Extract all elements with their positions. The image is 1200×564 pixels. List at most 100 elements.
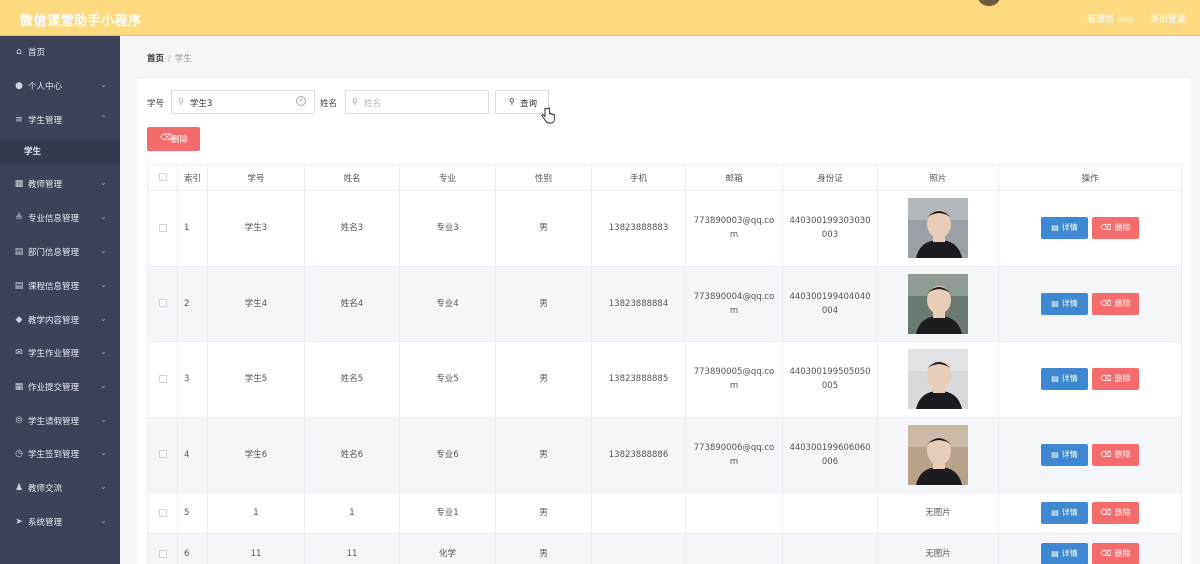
delete-button[interactable]: ⌫ 删除 — [1092, 502, 1139, 524]
sidebar-item-4[interactable]: ▩ 教师管理 ⌄ — [0, 173, 120, 197]
trash-icon: ⌫ — [1100, 508, 1112, 517]
person-icon: ♟ — [14, 483, 24, 493]
row-checkbox[interactable] — [158, 299, 167, 308]
detail-button[interactable]: ▤ 详情 — [1041, 502, 1088, 524]
delete-button[interactable]: ⌫ 删除 — [1092, 543, 1139, 564]
name-input[interactable]: ⚲ 姓名 — [345, 90, 489, 114]
sidebar-item-5[interactable]: ≜ 专业信息管理 ⌄ — [0, 207, 120, 231]
sidebar-item-12[interactable]: ◷ 学生签到管理 ⌄ — [0, 443, 120, 467]
breadcrumb-home[interactable]: 首页 — [147, 54, 164, 64]
detail-button[interactable]: ▤ 详情 — [1041, 292, 1088, 315]
row-checkbox[interactable] — [158, 549, 167, 558]
batch-delete-button[interactable]: ⌫ 删除 — [147, 127, 200, 151]
document-icon: ▤ — [14, 281, 24, 291]
top-header: 微信课堂助手小程序 管理员 abo 退出登录 — [0, 0, 1200, 36]
table-row[interactable]: 1 学生3 姓名3 专业3 男 13823888883 773890003@qq.com 44… — [147, 190, 1182, 267]
row-checkbox[interactable] — [158, 450, 167, 459]
cell-actions: ▤ 详情 ⌫ 删除 — [998, 190, 1182, 267]
cell-major: 化学 — [399, 533, 496, 564]
sidebar-item-label: 教师交流 — [28, 484, 63, 494]
name-input-placeholder: 姓名 — [364, 99, 382, 109]
cell-index: 3 — [177, 341, 208, 418]
app-title: 微信课堂助手小程序 — [20, 14, 142, 29]
student-photo[interactable] — [908, 424, 968, 485]
table-row[interactable]: 6 11 11 化学男无图片 ▤ 详情 ⌫ 删除 — [147, 533, 1182, 564]
detail-button[interactable]: ▤ 详情 — [1041, 368, 1088, 391]
sidebar-item-2[interactable]: ≡ 学生管理 ⌃ — [0, 109, 120, 133]
sidebar-item-7[interactable]: ▤ 课程信息管理 ⌄ — [0, 275, 120, 299]
student-no-input[interactable]: ⚲ 学生3 ✕ — [171, 90, 315, 114]
sidebar-item-0[interactable]: ⌂ 首页 — [0, 41, 120, 65]
cell-major: 专业6 — [399, 416, 496, 493]
delete-button[interactable]: ⌫ 删除 — [1092, 217, 1139, 240]
mail-icon: ✉ — [15, 348, 23, 358]
sidebar-item-label: 专业信息管理 — [28, 214, 80, 224]
sidebar-item-9[interactable]: ✉ 学生作业管理 ⌄ — [0, 342, 120, 366]
sidebar-item-3[interactable]: 学生 — [0, 140, 120, 164]
cell-major: 专业5 — [399, 341, 496, 418]
detail-button[interactable]: ▤ 详情 — [1041, 543, 1088, 564]
delete-button[interactable]: ⌫ 删除 — [1092, 292, 1139, 315]
avatar[interactable] — [978, 0, 1000, 6]
delete-button[interactable]: ⌫ 删除 — [1092, 368, 1139, 391]
sidebar-item-label: 作业提交管理 — [28, 383, 80, 393]
select-all-checkbox[interactable] — [158, 173, 167, 181]
cell-email: 773890006@qq.com — [685, 416, 783, 493]
cell-photo — [877, 416, 999, 493]
row-select-cell — [147, 533, 178, 564]
detail-button-label: 详情 — [1061, 374, 1078, 384]
search-icon: ⚲ — [178, 97, 184, 106]
detail-button[interactable]: ▤ 详情 — [1041, 443, 1088, 466]
cell-email: 773890004@qq.com — [685, 265, 783, 342]
row-checkbox[interactable] — [158, 223, 167, 232]
student-photo[interactable] — [908, 198, 968, 259]
table-row[interactable]: 2 学生4 姓名4 专业4 男 13823888884 773890004@qq.com 44… — [147, 265, 1182, 342]
table-row[interactable]: 5 1 1 专业1 男无图片 ▤ 详情 ⌫ 删除 — [147, 492, 1182, 534]
header-student-no: 学号 — [207, 164, 305, 191]
sidebar-item-label: 个人中心 — [28, 82, 63, 92]
cell-name: 1 — [304, 492, 400, 534]
student-photo[interactable] — [908, 273, 968, 334]
cell-student-no: 学生3 — [207, 190, 305, 267]
student-photo[interactable] — [908, 349, 968, 410]
sidebar-item-10[interactable]: ▦ 作业提交管理 ⌄ — [0, 376, 120, 400]
document-icon: ▤ — [1051, 508, 1059, 517]
header-gender: 性别 — [495, 164, 592, 191]
trash-icon: ⌫ — [1100, 449, 1112, 459]
table-row[interactable]: 4 学生6 姓名6 专业6 男 13823888886 773890006@qq.com 44… — [147, 416, 1182, 493]
chevron-down-icon: ⌄ — [100, 347, 107, 356]
sidebar-item-14[interactable]: ➤ 系统管理 ⌄ — [0, 511, 120, 535]
cell-name: 姓名4 — [304, 265, 400, 342]
sidebar-item-1[interactable]: ● 个人中心 ⌄ — [0, 75, 120, 99]
chevron-up-icon: ⌃ — [100, 114, 107, 123]
sidebar-item-6[interactable]: ▤ 部门信息管理 ⌄ — [0, 241, 120, 265]
document-icon: ▤ — [1051, 298, 1059, 308]
table-header-row: 索引 学号 姓名 专业 性别 手机 邮箱 身份证 照片 操作 — [147, 164, 1182, 191]
cell-student-no: 1 — [207, 492, 305, 534]
sliders-icon: ≜ — [15, 213, 23, 223]
chevron-down-icon: ⌄ — [100, 178, 107, 187]
cell-major: 专业3 — [399, 190, 496, 267]
chevron-down-icon: ⌄ — [100, 381, 107, 390]
logout-link[interactable]: 退出登录 — [1150, 12, 1186, 25]
cell-student-no: 11 — [207, 533, 305, 564]
header-major: 专业 — [399, 164, 496, 191]
cell-id-card: 440300199505050005 — [782, 341, 878, 418]
cell-name: 姓名6 — [304, 416, 400, 493]
clear-icon[interactable]: ✕ — [296, 96, 306, 106]
student-no-label: 学号 — [147, 99, 165, 109]
cell-major: 专业4 — [399, 265, 496, 342]
row-select-cell — [147, 341, 178, 418]
detail-button[interactable]: ▤ 详情 — [1041, 217, 1088, 240]
table-row[interactable]: 3 学生5 姓名5 专业5 男 13823888885 773890005@qq.com 44… — [147, 341, 1182, 418]
delete-button[interactable]: ⌫ 删除 — [1092, 443, 1139, 466]
row-select-cell — [147, 265, 178, 342]
list-icon: ≡ — [15, 115, 23, 125]
cell-photo: 无图片 — [877, 533, 999, 564]
row-checkbox[interactable] — [158, 508, 167, 517]
sidebar-item-8[interactable]: ◆ 教学内容管理 ⌄ — [0, 309, 120, 333]
sidebar-item-13[interactable]: ♟ 教师交流 ⌄ — [0, 477, 120, 501]
row-checkbox[interactable] — [158, 374, 167, 383]
sidebar-item-11[interactable]: ⦾ 学生请假管理 ⌄ — [0, 410, 120, 434]
send-icon: ➤ — [15, 517, 23, 527]
